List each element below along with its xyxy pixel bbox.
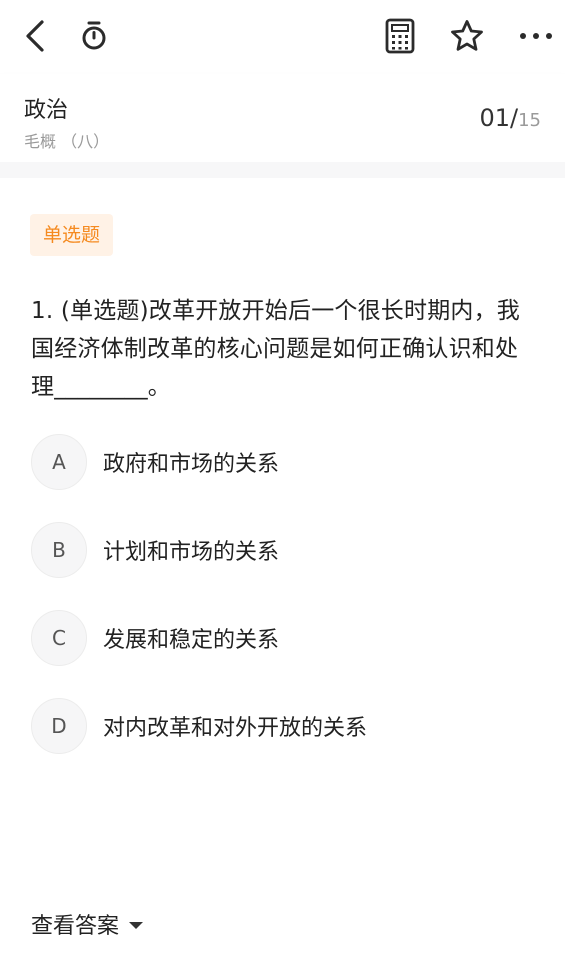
question-header: 政治 毛概 （八） 01/15 [0,74,565,162]
back-button[interactable] [16,16,56,56]
more-button[interactable] [515,18,557,54]
option-letter-b: B [31,522,87,578]
option-d[interactable]: D 对内改革和对外开放的关系 [31,697,541,755]
section-divider [0,162,565,178]
option-text-d: 对内改革和对外开放的关系 [103,716,368,741]
ellipsis-icon [520,33,552,39]
view-answer-label: 查看答案 [31,914,120,939]
star-icon [451,20,483,51]
current-question-number: 01/ [479,104,519,132]
view-answer-button[interactable]: 查看答案 [31,904,144,944]
stopwatch-icon [82,21,106,50]
option-letter-a: A [31,434,87,490]
chapter-subtitle: 毛概 （八） [24,132,110,151]
question-text: 1. (单选题)改革开放开始后一个很长时期内，我国经济体制改革的核心问题是如何正… [31,298,521,400]
total-question-count: 15 [518,110,541,131]
option-text-c: 发展和稳定的关系 [103,628,280,653]
option-text-a: 政府和市场的关系 [103,452,280,477]
question-progress: 01/15 [479,104,541,132]
timer-button[interactable] [74,16,114,56]
question-type-badge: 单选题 [30,214,114,256]
option-c[interactable]: C 发展和稳定的关系 [31,609,541,667]
option-b[interactable]: B 计划和市场的关系 [31,521,541,579]
caret-down-icon [129,921,144,929]
chevron-left-icon [26,20,44,52]
subject-title: 政治 [24,98,69,123]
answer-options: A 政府和市场的关系 B 计划和市场的关系 C 发展和稳定的关系 D 对内改革和… [31,433,541,785]
calculator-button[interactable] [380,14,420,58]
option-letter-c: C [31,610,87,666]
favorite-button[interactable] [446,15,488,57]
option-a[interactable]: A 政府和市场的关系 [31,433,541,491]
calculator-icon [385,18,415,54]
option-letter-d: D [31,698,87,754]
top-toolbar [0,0,565,72]
option-text-b: 计划和市场的关系 [103,540,280,565]
